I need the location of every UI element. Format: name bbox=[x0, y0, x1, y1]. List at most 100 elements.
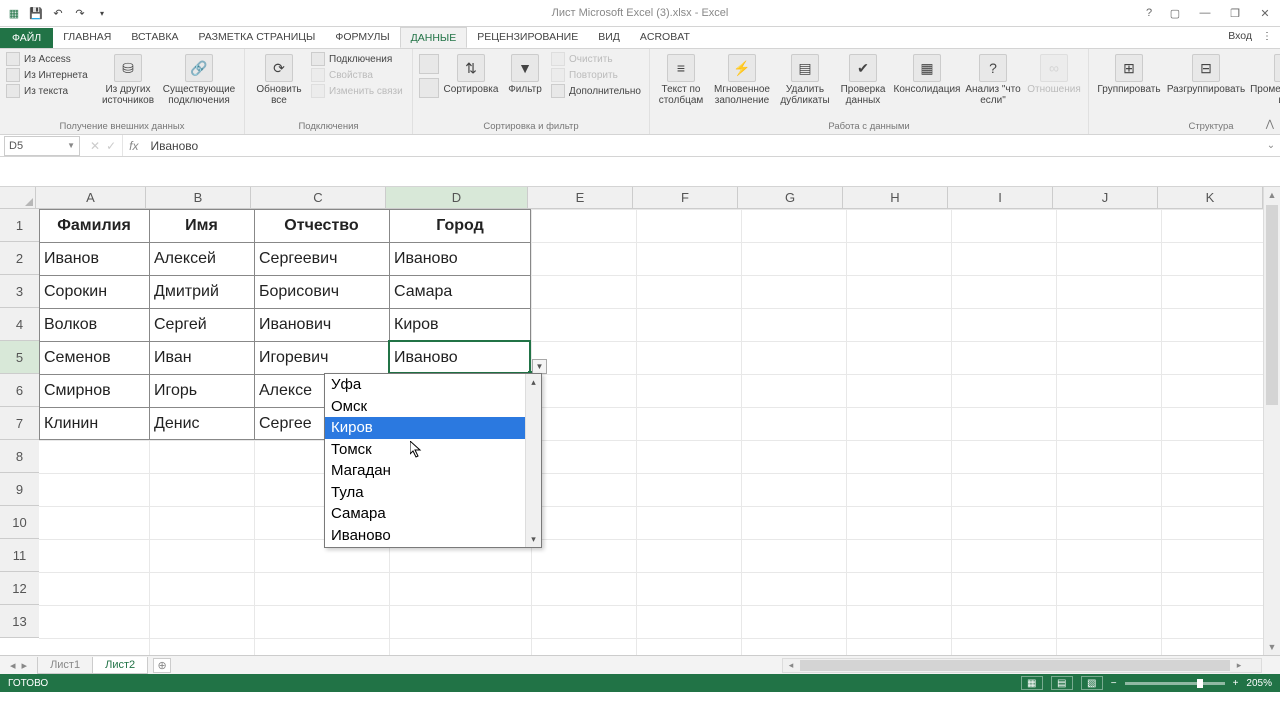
row-header-10[interactable]: 10 bbox=[0, 506, 39, 539]
remove-duplicates-button[interactable]: ▤Удалить дубликаты bbox=[778, 52, 832, 106]
tab-рецензирование[interactable]: РЕЦЕНЗИРОВАНИЕ bbox=[467, 27, 588, 48]
dropdown-item[interactable]: Самара bbox=[325, 503, 525, 525]
dropdown-scrollbar[interactable]: ▴▾ bbox=[525, 374, 541, 547]
cell-C2[interactable]: Сергеевич bbox=[254, 242, 389, 275]
cell-B1[interactable]: Имя bbox=[149, 209, 254, 242]
row-header-3[interactable]: 3 bbox=[0, 275, 39, 308]
dropdown-item[interactable]: Томск bbox=[325, 439, 525, 461]
sort-asc-button[interactable] bbox=[419, 54, 439, 74]
qat-dropdown-icon[interactable]: ▾ bbox=[94, 5, 110, 21]
from-web-button[interactable]: Из Интернета bbox=[6, 68, 96, 82]
sheet-tab-Лист2[interactable]: Лист2 bbox=[92, 657, 148, 674]
formula-expand-icon[interactable]: ⌄ bbox=[1262, 140, 1280, 151]
group-button[interactable]: ⊞Группировать bbox=[1095, 52, 1163, 95]
minimize-icon[interactable]: — bbox=[1190, 3, 1220, 23]
dd-scroll-up-icon[interactable]: ▴ bbox=[526, 374, 541, 390]
col-header-F[interactable]: F bbox=[633, 187, 738, 208]
cell-A6[interactable]: Смирнов bbox=[39, 374, 149, 407]
filter-button[interactable]: ▼Фильтр bbox=[503, 52, 547, 95]
cell-C1[interactable]: Отчество bbox=[254, 209, 389, 242]
row-header-1[interactable]: 1 bbox=[0, 209, 39, 242]
ungroup-button[interactable]: ⊟Разгруппировать bbox=[1167, 52, 1245, 95]
dropdown-item[interactable]: Тула bbox=[325, 482, 525, 504]
redo-icon[interactable]: ↷ bbox=[72, 5, 88, 21]
row-header-6[interactable]: 6 bbox=[0, 374, 39, 407]
undo-icon[interactable]: ↶ bbox=[50, 5, 66, 21]
tab-acrobat[interactable]: ACROBAT bbox=[630, 27, 700, 48]
sheet-tab-Лист1[interactable]: Лист1 bbox=[37, 657, 93, 674]
existing-connections-button[interactable]: 🔗Существующие подключения bbox=[160, 52, 238, 106]
view-pagebreak-icon[interactable]: ▧ bbox=[1081, 676, 1103, 690]
select-all-button[interactable] bbox=[0, 187, 36, 209]
maximize-icon[interactable]: ❐ bbox=[1220, 3, 1250, 23]
dropdown-item[interactable]: Омск bbox=[325, 396, 525, 418]
cell-A4[interactable]: Волков bbox=[39, 308, 149, 341]
zoom-level[interactable]: 205% bbox=[1246, 678, 1272, 689]
view-layout-icon[interactable]: ▤ bbox=[1051, 676, 1073, 690]
name-box[interactable]: D5▼ bbox=[4, 136, 80, 156]
col-header-E[interactable]: E bbox=[528, 187, 633, 208]
save-icon[interactable]: 💾 bbox=[28, 5, 44, 21]
zoom-out-icon[interactable]: − bbox=[1111, 678, 1117, 689]
dropdown-item[interactable]: Уфа bbox=[325, 374, 525, 396]
vertical-scrollbar[interactable]: ▲ ▼ bbox=[1263, 187, 1280, 655]
row-header-4[interactable]: 4 bbox=[0, 308, 39, 341]
tab-данные[interactable]: ДАННЫЕ bbox=[400, 27, 468, 48]
view-normal-icon[interactable]: ▦ bbox=[1021, 676, 1043, 690]
consolidate-button[interactable]: ▦Консолидация bbox=[894, 52, 960, 95]
text-to-columns-button[interactable]: ≡Текст по столбцам bbox=[656, 52, 706, 106]
validation-dropdown-list[interactable]: УфаОмскКировТомскМагаданТулаСамараИванов… bbox=[324, 373, 542, 548]
cell-C3[interactable]: Борисович bbox=[254, 275, 389, 308]
col-header-H[interactable]: H bbox=[843, 187, 948, 208]
cell-D2[interactable]: Иваново bbox=[389, 242, 531, 275]
row-header-7[interactable]: 7 bbox=[0, 407, 39, 440]
scroll-up-icon[interactable]: ▲ bbox=[1264, 187, 1280, 203]
close-icon[interactable]: ✕ bbox=[1250, 3, 1280, 23]
whatif-button[interactable]: ?Анализ "что если" bbox=[964, 52, 1022, 106]
subtotal-button[interactable]: ΣПромежуточный итог bbox=[1249, 52, 1280, 106]
row-header-8[interactable]: 8 bbox=[0, 440, 39, 473]
zoom-in-icon[interactable]: + bbox=[1233, 678, 1239, 689]
hscroll-left-icon[interactable]: ◂ bbox=[783, 659, 799, 672]
tab-формулы[interactable]: ФОРМУЛЫ bbox=[325, 27, 399, 48]
horizontal-scrollbar[interactable]: ◂ ▸ bbox=[782, 658, 1262, 673]
row-header-13[interactable]: 13 bbox=[0, 605, 39, 638]
cell-A1[interactable]: Фамилия bbox=[39, 209, 149, 242]
cells-area[interactable]: ФамилияИмяОтчествоГородИвановАлексейСерг… bbox=[39, 209, 1263, 655]
vscroll-thumb[interactable] bbox=[1266, 205, 1278, 405]
cell-C5[interactable]: Игоревич bbox=[254, 341, 389, 374]
ribbon-collapse-icon[interactable]: ⋀ bbox=[1266, 119, 1274, 130]
hscroll-thumb[interactable] bbox=[800, 660, 1230, 671]
tab-разметка страницы[interactable]: РАЗМЕТКА СТРАНИЦЫ bbox=[188, 27, 325, 48]
cell-A5[interactable]: Семенов bbox=[39, 341, 149, 374]
row-header-5[interactable]: 5 bbox=[0, 341, 39, 374]
dropdown-item[interactable]: Иваново bbox=[325, 525, 525, 547]
formula-input[interactable]: Иваново bbox=[144, 139, 1262, 153]
fx-icon[interactable]: fx bbox=[123, 139, 144, 153]
cell-B5[interactable]: Иван bbox=[149, 341, 254, 374]
cell-A7[interactable]: Клинин bbox=[39, 407, 149, 440]
scroll-down-icon[interactable]: ▼ bbox=[1264, 639, 1280, 655]
dropdown-item[interactable]: Магадан bbox=[325, 460, 525, 482]
cell-B4[interactable]: Сергей bbox=[149, 308, 254, 341]
sort-desc-button[interactable] bbox=[419, 78, 439, 98]
col-header-K[interactable]: K bbox=[1158, 187, 1263, 208]
cell-D4[interactable]: Киров bbox=[389, 308, 531, 341]
tab-file[interactable]: ФАЙЛ bbox=[0, 28, 53, 48]
cell-B6[interactable]: Игорь bbox=[149, 374, 254, 407]
refresh-all-button[interactable]: ⟳Обновить все bbox=[251, 52, 307, 106]
validation-dropdown-button[interactable]: ▼ bbox=[532, 359, 547, 374]
tab-главная[interactable]: ГЛАВНАЯ bbox=[53, 27, 121, 48]
col-header-D[interactable]: D bbox=[386, 187, 528, 208]
col-header-I[interactable]: I bbox=[948, 187, 1053, 208]
cell-D1[interactable]: Город bbox=[389, 209, 531, 242]
tab-вставка[interactable]: ВСТАВКА bbox=[121, 27, 188, 48]
sheet-nav-prev-icon[interactable]: ◂ bbox=[10, 659, 16, 672]
from-other-button[interactable]: ⛁Из других источников bbox=[100, 52, 156, 106]
col-header-C[interactable]: C bbox=[251, 187, 386, 208]
cell-D5[interactable]: Иваново bbox=[389, 341, 531, 374]
data-validation-button[interactable]: ✔Проверка данных bbox=[836, 52, 890, 106]
row-header-11[interactable]: 11 bbox=[0, 539, 39, 572]
row-header-2[interactable]: 2 bbox=[0, 242, 39, 275]
col-header-A[interactable]: A bbox=[36, 187, 146, 208]
